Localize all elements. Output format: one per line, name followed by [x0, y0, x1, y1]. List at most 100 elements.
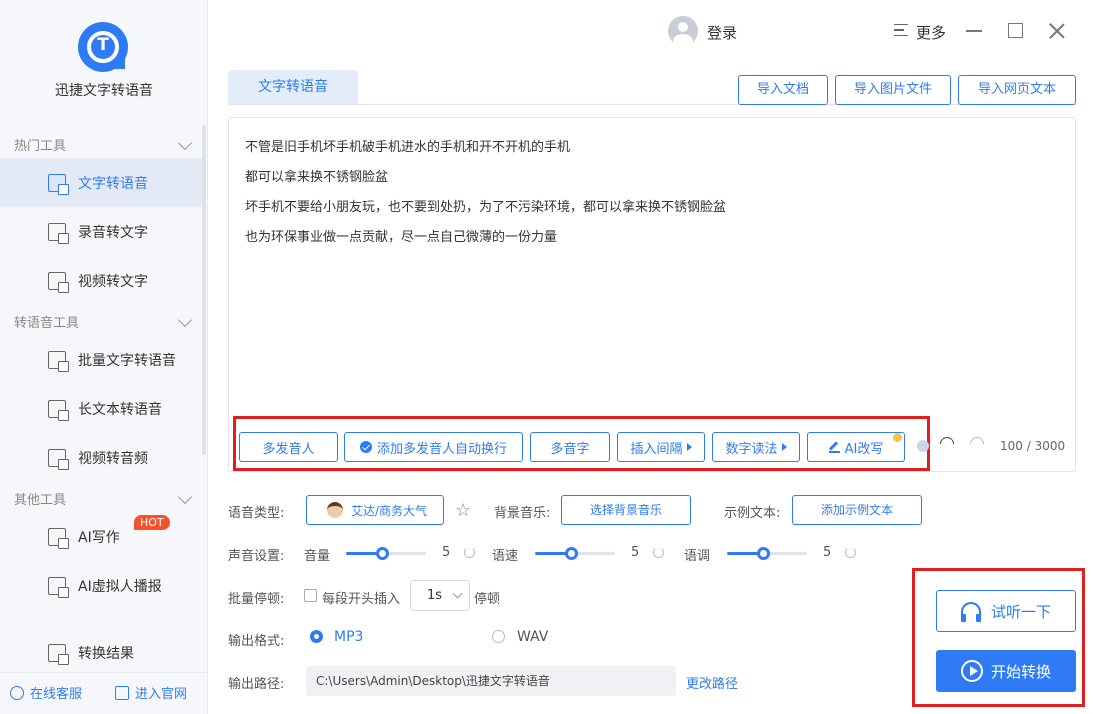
insert-pause-button[interactable]: 插入间隔	[617, 432, 705, 462]
batch-text-icon	[48, 350, 69, 372]
reset-icon[interactable]	[845, 547, 856, 558]
format-wav-radio[interactable]	[492, 630, 505, 643]
change-path-link[interactable]: 更改路径	[686, 673, 738, 692]
ai-rewrite-button[interactable]: AI改写	[807, 432, 905, 462]
volume-value: 5	[442, 545, 451, 560]
editor-line: 不管是旧手机坏手机破手机进水的手机和开不开机的手机	[245, 140, 571, 155]
number-reading-button[interactable]: 数字读法	[712, 432, 800, 462]
volume-slider[interactable]	[346, 547, 426, 560]
app-name: 迅捷文字转语音	[55, 83, 153, 99]
batch-pause-label: 批量停顿:	[228, 592, 285, 607]
bgm-label: 背景音乐:	[494, 506, 551, 521]
pitch-slider[interactable]	[727, 547, 807, 560]
editor-line: 坏手机不要给小朋友玩，也不要到处扔，为了不污染环境，都可以拿来换不锈钢脸盆	[245, 200, 727, 215]
sidebar-item-label: 文字转语音	[78, 175, 148, 192]
start-convert-button[interactable]: 开始转换	[936, 650, 1076, 692]
online-service-link[interactable]: 在线客服	[10, 683, 82, 702]
polyphone-button[interactable]: 多音字	[530, 432, 610, 462]
sidebar-footer: 在线客服 进入官网	[0, 672, 208, 708]
sidebar-item-label: 长文本转语音	[78, 401, 162, 418]
output-path-label: 输出路径:	[228, 677, 285, 692]
pause-suffix: 停顿	[474, 592, 501, 607]
slider-knob[interactable]	[757, 547, 770, 560]
tab-text-to-speech[interactable]: 文字转语音	[228, 70, 358, 105]
auto-wrap-speaker-button[interactable]: 添加多发音人自动换行	[344, 432, 523, 462]
sidebar-item-recording-to-text[interactable]: 录音转文字	[0, 207, 204, 256]
menu-icon[interactable]	[894, 24, 908, 36]
sidebar-scrollbar[interactable]	[202, 125, 206, 455]
caret-right-icon	[781, 443, 787, 451]
headset-icon	[10, 685, 24, 700]
sidebar-item-results[interactable]: 转换结果	[0, 628, 204, 677]
play-icon	[960, 660, 983, 682]
format-mp3-radio[interactable]	[310, 630, 323, 643]
speed-value: 5	[631, 545, 640, 560]
website-label: 进入官网	[135, 687, 188, 702]
sidebar-item-text-to-speech[interactable]: 文字转语音	[0, 158, 204, 207]
preview-listen-button[interactable]: 试听一下	[936, 590, 1076, 632]
sidebar-item-label: AI写作	[78, 529, 120, 546]
monitor-icon	[115, 685, 129, 700]
slider-knob[interactable]	[376, 547, 389, 560]
output-format-label: 输出格式:	[228, 634, 285, 649]
close-icon[interactable]	[1048, 22, 1066, 40]
sparkle-icon	[893, 433, 902, 442]
group-speech-tools[interactable]: 转语音工具	[14, 312, 193, 331]
pause-text: 每段开头插入	[322, 592, 401, 607]
sidebar-item-label: 转换结果	[78, 645, 134, 662]
sidebar-item-label: 视频转文字	[78, 273, 148, 290]
sidebar-item-label: 视频转音频	[78, 450, 148, 467]
sidebar-item-long-text-to-speech[interactable]: 长文本转语音	[0, 384, 204, 433]
pitch-value: 5	[823, 545, 832, 560]
star-icon[interactable]: ☆	[455, 500, 471, 521]
sidebar-item-ai-writing[interactable]: AI写作	[0, 512, 204, 561]
select-bgm-button[interactable]: 选择背景音乐	[561, 495, 691, 525]
button-label: AI改写	[844, 441, 884, 457]
sound-settings-label: 声音设置:	[228, 549, 285, 564]
reset-icon[interactable]	[653, 547, 664, 558]
import-image-button[interactable]: 导入图片文件	[835, 75, 951, 105]
group-title-label: 其他工具	[14, 493, 67, 508]
collapse-icon[interactable]	[917, 440, 929, 452]
character-counter: 100 / 3000	[1000, 439, 1066, 453]
minimize-icon[interactable]	[966, 30, 982, 32]
sidebar-item-ai-virtual-anchor[interactable]: AI虚拟人播报	[0, 561, 204, 610]
import-document-button[interactable]: 导入文档	[738, 75, 828, 105]
voice-select-button[interactable]: 艾达/商务大气	[306, 495, 444, 525]
online-service-label: 在线客服	[30, 687, 83, 702]
multi-speaker-button[interactable]: 多发音人	[239, 432, 338, 462]
login-link[interactable]: 登录	[707, 22, 737, 43]
sidebar-item-video-to-text[interactable]: 视频转文字	[0, 256, 204, 305]
button-label: 添加多发音人自动换行	[376, 441, 507, 457]
group-hot-tools[interactable]: 热门工具	[14, 135, 193, 154]
chevron-down-icon	[452, 588, 463, 599]
maximize-icon[interactable]	[1008, 23, 1023, 38]
sidebar-item-label: 录音转文字	[78, 224, 148, 241]
more-menu[interactable]: 更多	[916, 22, 946, 43]
format-mp3-label[interactable]: MP3	[334, 629, 363, 645]
chevron-down-icon	[177, 489, 193, 505]
hot-badge: HOT	[134, 515, 170, 530]
pen-icon	[828, 442, 840, 453]
avatar[interactable]	[668, 16, 698, 46]
button-label: 插入间隔	[630, 441, 683, 457]
sidebar-item-video-to-audio[interactable]: 视频转音频	[0, 433, 204, 482]
button-label: 试听一下	[990, 602, 1051, 621]
pause-duration-value: 1s	[427, 588, 443, 603]
import-web-text-button[interactable]: 导入网页文本	[958, 75, 1076, 105]
group-other-tools[interactable]: 其他工具	[14, 489, 193, 508]
sidebar-item-batch-text-to-speech[interactable]: 批量文字转语音	[0, 335, 204, 384]
pause-checkbox[interactable]	[304, 589, 317, 602]
format-wav-label[interactable]: WAV	[517, 629, 548, 645]
ai-writing-icon	[48, 527, 69, 549]
pause-duration-select[interactable]: 1s	[410, 580, 470, 611]
slider-knob[interactable]	[565, 547, 578, 560]
reset-icon[interactable]	[464, 547, 475, 558]
results-icon	[48, 643, 69, 665]
button-label: 多发音人	[262, 441, 315, 457]
speed-slider[interactable]	[535, 547, 615, 560]
website-link[interactable]: 进入官网	[115, 683, 187, 702]
group-title-label: 热门工具	[14, 139, 67, 154]
add-sample-text-button[interactable]: 添加示例文本	[792, 495, 922, 525]
pitch-label: 语调	[684, 549, 711, 564]
